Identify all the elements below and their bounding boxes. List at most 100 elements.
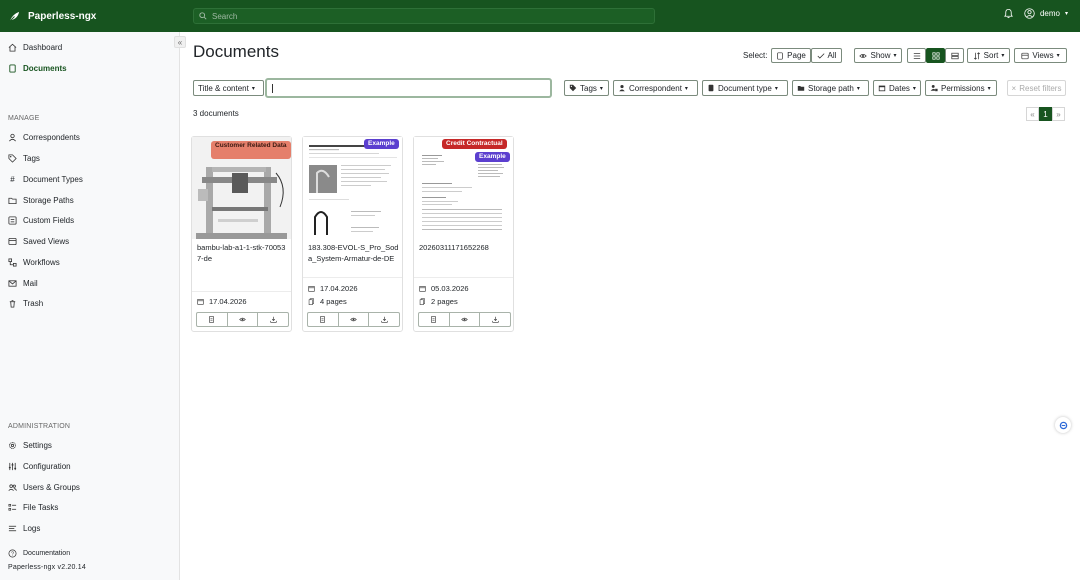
reset-filters-label: Reset filters bbox=[1019, 83, 1062, 93]
sidebar-item-trash[interactable]: Trash bbox=[8, 299, 43, 308]
document-card[interactable]: Credit Contractual Example 2026031117165… bbox=[413, 136, 514, 332]
sidebar-item-settings[interactable]: Settings bbox=[8, 441, 52, 450]
date-label: 17.04.2026 bbox=[320, 284, 358, 293]
file-icon bbox=[9, 64, 16, 73]
select-all-button[interactable]: All bbox=[811, 48, 842, 63]
document-card[interactable]: Customer Related Data bambu-lab-a1-1-stk… bbox=[191, 136, 292, 332]
file-text-icon bbox=[320, 316, 326, 323]
document-thumbnail[interactable] bbox=[303, 137, 402, 239]
caret-down-icon: ▾ bbox=[987, 85, 991, 92]
tag-badge[interactable]: Example bbox=[364, 139, 399, 149]
sidebar-item-label: Logs bbox=[23, 524, 41, 533]
tag-icon bbox=[569, 84, 577, 92]
tag-badge[interactable]: Credit Contractual bbox=[442, 139, 507, 149]
caret-down-icon: ▾ bbox=[912, 85, 916, 92]
filter-mode-dropdown[interactable]: Title & content ▾ bbox=[193, 80, 264, 96]
document-title[interactable]: bambu-lab-a1-1-stk-700537-de bbox=[197, 243, 288, 264]
download-icon bbox=[270, 316, 277, 323]
sidebar-item-storage-paths[interactable]: Storage Paths bbox=[8, 196, 74, 205]
download-button[interactable] bbox=[258, 313, 288, 326]
preview-button[interactable] bbox=[228, 313, 259, 326]
person-circle-icon bbox=[1024, 8, 1035, 19]
select-page-label: Page bbox=[787, 51, 806, 60]
document-title[interactable]: 183.308-EVOL-S_Pro_Soda_System-Armatur-d… bbox=[308, 243, 399, 264]
title-content-filter-input[interactable] bbox=[265, 78, 552, 98]
sidebar-item-users-groups[interactable]: Users & Groups bbox=[8, 483, 80, 492]
views-dropdown[interactable]: Views ▾ bbox=[1014, 48, 1067, 63]
sidebar-item-custom-fields[interactable]: Custom Fields bbox=[8, 216, 74, 225]
caret-down-icon: ▾ bbox=[1001, 53, 1005, 59]
document-count: 3 documents bbox=[193, 109, 239, 118]
sidebar-item-documents[interactable]: Documents bbox=[8, 64, 67, 73]
bell-icon[interactable] bbox=[1003, 8, 1014, 19]
sidebar-item-mail[interactable]: Mail bbox=[8, 279, 38, 288]
sidebar-item-document-types[interactable]: # Document Types bbox=[8, 175, 83, 184]
eye-icon bbox=[239, 317, 246, 322]
card-actions bbox=[307, 312, 400, 327]
documentation-link[interactable]: ? Documentation bbox=[8, 549, 70, 558]
tags-filter-dropdown[interactable]: Tags ▾ bbox=[564, 80, 609, 96]
sidebar-item-label: Users & Groups bbox=[23, 483, 80, 492]
view-large-cards-button[interactable] bbox=[945, 48, 964, 63]
documentation-label: Documentation bbox=[23, 550, 71, 557]
sidebar-item-correspondents[interactable]: Correspondents bbox=[8, 133, 80, 142]
search-icon bbox=[199, 12, 207, 20]
view-list-button[interactable] bbox=[907, 48, 926, 63]
document-title[interactable]: 20260311171652268 bbox=[419, 243, 510, 254]
document-card[interactable]: Example 183.308-EVOL-S_Pro_Soda_System-A… bbox=[302, 136, 403, 332]
sidebar-item-configuration[interactable]: Configuration bbox=[8, 462, 71, 471]
show-dropdown[interactable]: Show ▾ bbox=[854, 48, 902, 63]
user-menu[interactable]: demo ▾ bbox=[1024, 8, 1068, 19]
dates-filter-dropdown[interactable]: Dates ▾ bbox=[873, 80, 921, 96]
date-label: 17.04.2026 bbox=[209, 297, 247, 306]
check-all-icon bbox=[817, 52, 825, 59]
document-type-filter-dropdown[interactable]: Document type ▾ bbox=[702, 80, 788, 96]
card-actions bbox=[196, 312, 289, 327]
collapse-sidebar-button[interactable]: « bbox=[174, 36, 186, 48]
app-brand[interactable]: Paperless-ngx bbox=[0, 11, 180, 22]
correspondent-filter-dropdown[interactable]: Correspondent ▾ bbox=[613, 80, 698, 96]
pages-label: 2 pages bbox=[431, 297, 458, 306]
open-document-button[interactable] bbox=[197, 313, 228, 326]
sidebar-item-logs[interactable]: Logs bbox=[8, 524, 40, 533]
diagram-icon bbox=[8, 258, 17, 267]
hash-icon: # bbox=[10, 175, 15, 184]
preview-button[interactable] bbox=[450, 313, 481, 326]
search-placeholder: Search bbox=[212, 11, 238, 21]
cards-icon bbox=[950, 52, 959, 59]
pager-page-1[interactable]: 1 bbox=[1039, 107, 1052, 121]
preview-button[interactable] bbox=[339, 313, 370, 326]
file-text-icon bbox=[431, 316, 437, 323]
logo-leaf-icon bbox=[9, 11, 20, 21]
text-caret bbox=[272, 84, 273, 93]
pager-next-button[interactable]: » bbox=[1052, 107, 1065, 121]
bookmark-icon bbox=[8, 237, 17, 246]
sidebar-item-workflows[interactable]: Workflows bbox=[8, 258, 60, 267]
sidebar-item-tags[interactable]: Tags bbox=[8, 154, 40, 163]
sort-dropdown[interactable]: Sort ▾ bbox=[967, 48, 1010, 63]
eye-icon bbox=[859, 53, 868, 58]
sidebar-item-saved-views[interactable]: Saved Views bbox=[8, 237, 69, 246]
pagination: « 1 » bbox=[1026, 107, 1065, 121]
view-grid-button[interactable] bbox=[926, 48, 945, 63]
download-button[interactable] bbox=[369, 313, 399, 326]
download-button[interactable] bbox=[480, 313, 510, 326]
caret-down-icon: ▾ bbox=[893, 53, 897, 59]
permissions-filter-dropdown[interactable]: Permissions ▾ bbox=[925, 80, 997, 96]
sidebar-item-dashboard[interactable]: Dashboard bbox=[8, 43, 62, 52]
reset-filters-button[interactable]: × Reset filters bbox=[1007, 80, 1066, 96]
storage-path-filter-dropdown[interactable]: Storage path ▾ bbox=[792, 80, 869, 96]
pager-prev-button[interactable]: « bbox=[1026, 107, 1039, 121]
select-page-button[interactable]: Page bbox=[771, 48, 811, 63]
caret-down-icon: ▾ bbox=[684, 85, 688, 92]
open-document-button[interactable] bbox=[419, 313, 450, 326]
tag-badge[interactable]: Customer Related Data bbox=[211, 141, 291, 159]
app-title: Paperless-ngx bbox=[28, 10, 97, 22]
x-icon: × bbox=[1011, 83, 1017, 93]
search-input[interactable]: Search bbox=[193, 8, 655, 24]
sidebar-item-label: Custom Fields bbox=[23, 216, 75, 225]
sidebar-item-file-tasks[interactable]: File Tasks bbox=[8, 503, 58, 512]
open-document-button[interactable] bbox=[308, 313, 339, 326]
tag-badge[interactable]: Example bbox=[475, 152, 510, 162]
floating-assistant-button[interactable] bbox=[1055, 417, 1071, 433]
